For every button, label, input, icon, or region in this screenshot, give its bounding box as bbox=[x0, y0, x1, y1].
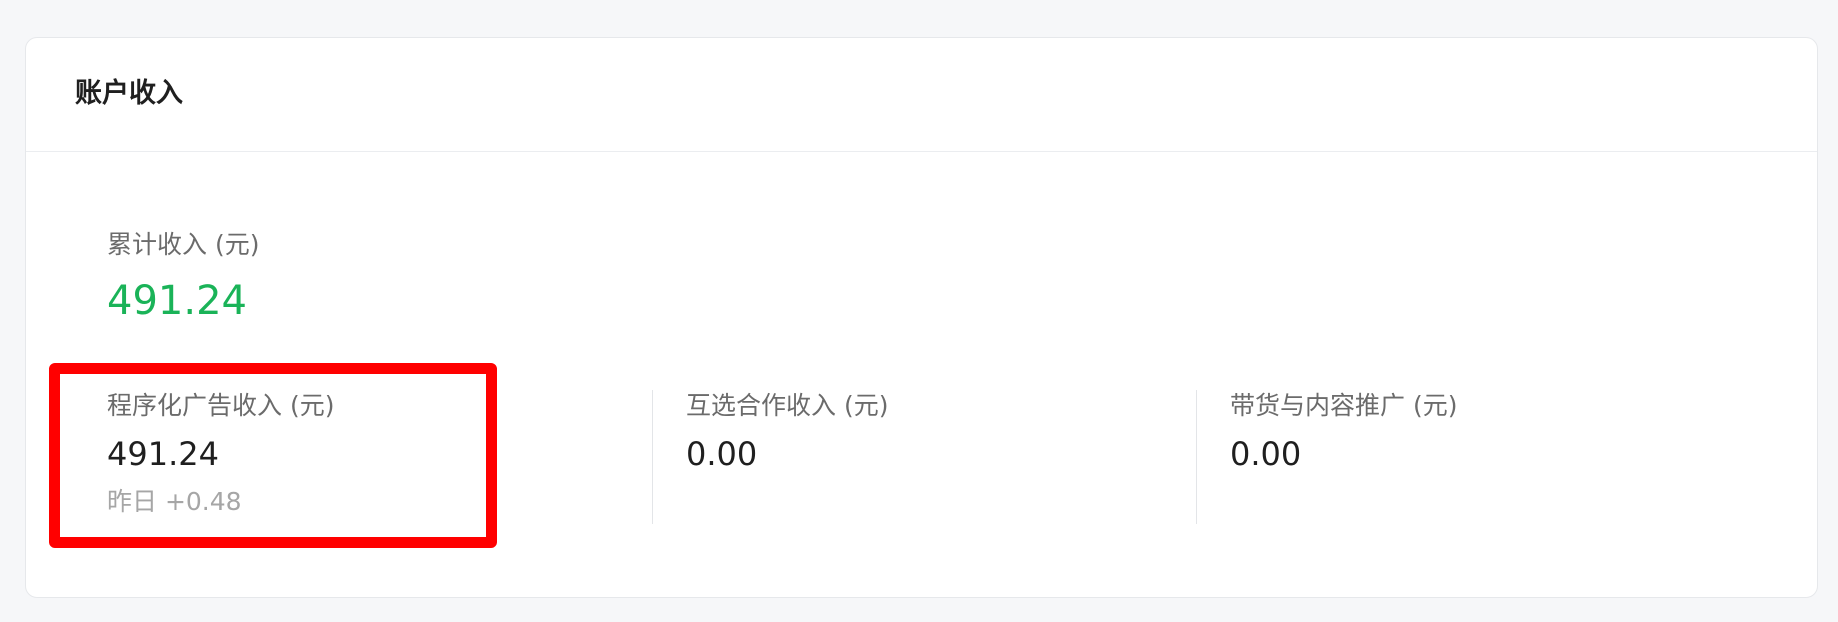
total-income-value: 491.24 bbox=[107, 278, 247, 324]
metric-label: 互选合作收入 (元) bbox=[686, 391, 889, 420]
commerce-promotion-income: 带货与内容推广 (元) 0.00 bbox=[1230, 391, 1457, 473]
programmatic-ad-income: 程序化广告收入 (元) 491.24 昨日 +0.48 bbox=[107, 391, 334, 517]
total-income-label: 累计收入 (元) bbox=[107, 230, 260, 259]
metric-yesterday-change: 昨日 +0.48 bbox=[107, 487, 242, 517]
metric-divider bbox=[1196, 390, 1197, 524]
mutual-selection-income: 互选合作收入 (元) 0.00 bbox=[686, 391, 888, 473]
account-income-card: 账户收入 累计收入 (元) 491.24 程序化广告收入 (元) 491.24 … bbox=[25, 37, 1818, 598]
metric-value: 0.00 bbox=[686, 435, 758, 473]
metric-value: 491.24 bbox=[107, 435, 219, 473]
metric-value: 0.00 bbox=[1230, 435, 1302, 473]
metric-label: 程序化广告收入 (元) bbox=[107, 391, 335, 420]
card-title: 账户收入 bbox=[75, 78, 183, 109]
card-header: 账户收入 bbox=[26, 38, 1817, 152]
metric-label: 带货与内容推广 (元) bbox=[1230, 391, 1458, 420]
metric-divider bbox=[652, 390, 653, 524]
